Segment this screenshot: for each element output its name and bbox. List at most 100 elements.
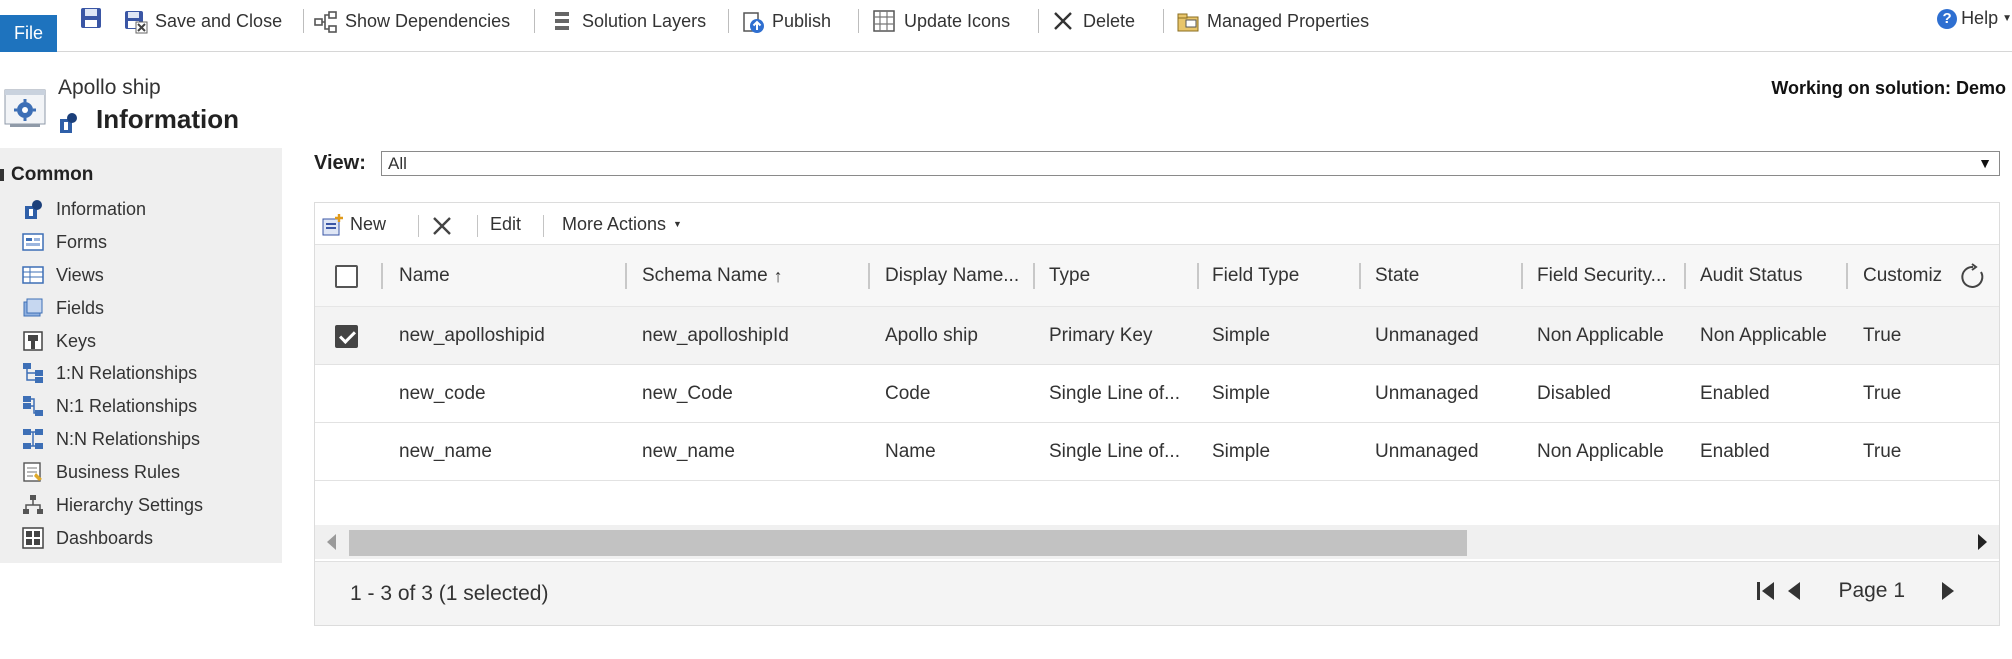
- grid-toolbar: New Edit More Actions ▼: [315, 203, 1999, 245]
- collapse-icon: [0, 168, 4, 181]
- column-divider: [1521, 263, 1523, 289]
- cell-field-security: Non Applicable: [1537, 441, 1664, 462]
- update-icons-icon: [873, 10, 895, 32]
- edit-label: Edit: [490, 213, 522, 234]
- solution-layers-button[interactable]: Solution Layers: [551, 6, 706, 36]
- publish-button[interactable]: Publish: [741, 6, 831, 36]
- save-icon[interactable]: [80, 7, 102, 29]
- cell-type: Single Line of...: [1049, 441, 1180, 462]
- column-divider: [1197, 263, 1199, 289]
- cell-field-type: Simple: [1212, 441, 1271, 462]
- new-button[interactable]: New: [321, 211, 386, 237]
- scrollbar-thumb[interactable]: [349, 530, 1467, 556]
- record-count-status: 1 - 3 of 3 (1 selected): [350, 582, 549, 605]
- cell-field-type: Simple: [1212, 383, 1271, 404]
- delete-button[interactable]: Delete: [1052, 6, 1135, 36]
- sidebar-item-fields[interactable]: Fields: [22, 295, 104, 321]
- next-page-icon[interactable]: [1935, 578, 1959, 604]
- column-header-name[interactable]: Name: [399, 245, 619, 307]
- column-divider: [868, 263, 870, 289]
- cell-customizable: True: [1863, 325, 1902, 346]
- sidebar-item-label: Fields: [56, 297, 105, 318]
- show-dependencies-label: Show Dependencies: [345, 10, 511, 31]
- sidebar-item-label: 1:N Relationships: [56, 362, 198, 383]
- chevron-down-icon: ▼: [2002, 13, 2012, 24]
- sidebar-item-dashboards[interactable]: Dashboards: [22, 525, 153, 551]
- scroll-left-icon[interactable]: [327, 534, 336, 550]
- fields-icon: [22, 297, 44, 319]
- column-divider: [1359, 263, 1361, 289]
- first-page-icon[interactable]: [1754, 578, 1778, 604]
- sidebar-item-label: Business Rules: [56, 461, 181, 482]
- sidebar-item-business-rules[interactable]: Business Rules: [22, 459, 180, 485]
- info-icon: [22, 198, 44, 220]
- update-icons-button[interactable]: Update Icons: [873, 6, 1010, 36]
- save-and-close-label: Save and Close: [155, 10, 283, 31]
- sidebar-item-views[interactable]: Views: [22, 262, 104, 288]
- table-row[interactable]: new_code new_Code Code Single Line of...…: [315, 365, 1999, 423]
- solution-label: Working on solution: Demo: [1771, 78, 2006, 98]
- column-divider: [381, 263, 383, 289]
- cell-type: Primary Key: [1049, 325, 1153, 346]
- horizontal-scrollbar[interactable]: [315, 525, 1999, 559]
- sidebar-item-nn-relationships[interactable]: N:N Relationships: [22, 426, 200, 452]
- cell-name: new_apolloshipid: [399, 325, 545, 346]
- sidebar-item-label: N:N Relationships: [56, 428, 201, 449]
- column-header-field-security[interactable]: Field Security...: [1537, 245, 1682, 307]
- relationship-icon: [22, 428, 44, 450]
- view-selector[interactable]: All ▼: [381, 151, 2000, 176]
- refresh-icon[interactable]: [1959, 263, 1987, 291]
- sidebar-item-n1-relationships[interactable]: N:1 Relationships: [22, 393, 197, 419]
- save-close-icon: [124, 10, 148, 34]
- hierarchy-icon: [22, 494, 44, 516]
- table-row[interactable]: new_apolloshipid new_apolloshipId Apollo…: [315, 307, 1999, 365]
- cell-schema-name: new_name: [642, 441, 735, 462]
- show-dependencies-button[interactable]: Show Dependencies: [314, 6, 510, 36]
- column-header-customizable[interactable]: Customiz: [1863, 245, 1958, 307]
- row-checkbox[interactable]: [335, 307, 365, 365]
- managed-properties-button[interactable]: Managed Properties: [1176, 6, 1369, 36]
- column-header-display-name[interactable]: Display Name...: [885, 245, 1030, 307]
- column-divider: [1684, 263, 1686, 289]
- chevron-down-icon: ▼: [1978, 155, 1992, 171]
- help-menu[interactable]: ? Help ▼: [1937, 8, 2012, 29]
- publish-label: Publish: [772, 10, 832, 31]
- table-row[interactable]: new_name new_name Name Single Line of...…: [315, 423, 1999, 481]
- ribbon-divider: [303, 9, 304, 33]
- scroll-right-icon[interactable]: [1978, 534, 1987, 550]
- cell-schema-name: new_Code: [642, 383, 733, 404]
- nav-section-header[interactable]: Common: [0, 164, 93, 186]
- layers-icon: [551, 10, 573, 32]
- more-actions-button[interactable]: More Actions ▼: [562, 211, 682, 237]
- fields-grid: New Edit More Actions ▼ Name Schema Name…: [314, 202, 2000, 626]
- sidebar-item-information[interactable]: Information: [22, 196, 146, 222]
- sidebar-navigation: Common Information Forms Views Fields Ke…: [0, 148, 282, 563]
- view-label: View:: [314, 152, 366, 174]
- cell-customizable: True: [1863, 383, 1902, 404]
- delete-icon[interactable]: [431, 215, 453, 237]
- column-header-schema-name[interactable]: Schema Name ↑: [642, 245, 852, 307]
- column-header-audit-status[interactable]: Audit Status: [1700, 245, 1845, 307]
- sidebar-item-hierarchy-settings[interactable]: Hierarchy Settings: [22, 492, 203, 518]
- business-rules-icon: [22, 461, 44, 483]
- sort-ascending-icon: ↑: [773, 265, 783, 286]
- cell-type: Single Line of...: [1049, 383, 1180, 404]
- file-tab[interactable]: File: [0, 15, 57, 52]
- column-divider: [625, 263, 627, 289]
- column-header-type[interactable]: Type: [1049, 245, 1194, 307]
- column-header-field-type[interactable]: Field Type: [1212, 245, 1357, 307]
- info-icon: [58, 112, 78, 134]
- column-header-state[interactable]: State: [1375, 245, 1520, 307]
- ribbon-divider: [1163, 9, 1164, 33]
- sidebar-item-1n-relationships[interactable]: 1:N Relationships: [22, 360, 197, 386]
- sidebar-item-label: Forms: [56, 231, 107, 252]
- sidebar-item-keys[interactable]: Keys: [22, 328, 96, 354]
- sidebar-item-label: Hierarchy Settings: [56, 494, 204, 515]
- views-icon: [22, 264, 44, 286]
- edit-button[interactable]: Edit: [490, 211, 521, 237]
- select-all-checkbox[interactable]: [335, 245, 365, 307]
- save-and-close-button[interactable]: Save and Close: [124, 6, 282, 36]
- previous-page-icon[interactable]: [1782, 578, 1806, 604]
- ribbon-divider: [728, 9, 729, 33]
- sidebar-item-forms[interactable]: Forms: [22, 229, 107, 255]
